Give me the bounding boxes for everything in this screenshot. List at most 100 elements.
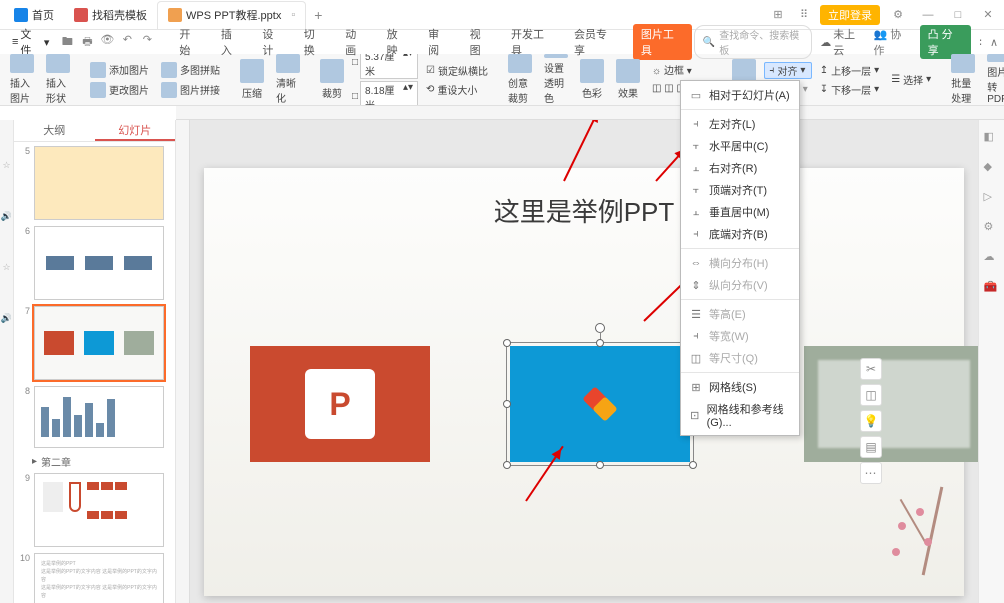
insert-shape-button[interactable]: 插入形状: [42, 54, 74, 105]
float-idea-icon[interactable]: 💡: [860, 410, 882, 432]
resize-handle[interactable]: [596, 339, 604, 347]
login-button[interactable]: 立即登录: [820, 5, 880, 25]
outline-tab[interactable]: 大纲: [14, 120, 95, 141]
resize-handle[interactable]: [503, 339, 511, 347]
rs-tool-icon[interactable]: 🧰: [984, 280, 1000, 296]
align-button[interactable]: ⫞ 对齐 ▾: [764, 62, 811, 79]
rs-anim-icon[interactable]: ▷: [984, 190, 1000, 206]
pic-to-pdf-button[interactable]: 图片转PDF: [983, 54, 1004, 105]
float-crop2-icon[interactable]: ◫: [860, 384, 882, 406]
dd-equal-height[interactable]: ☰等高(E): [681, 303, 799, 325]
crop-button[interactable]: 裁剪: [316, 54, 348, 105]
rs-prop-icon[interactable]: ⚙: [984, 220, 1000, 236]
ribbon: 插入图片 插入形状 添加图片 更改图片 多图拼贴 图片拼接 压缩 清晰化 裁剪 …: [0, 54, 1004, 106]
rotate-handle[interactable]: [595, 323, 605, 333]
tile-picture-button[interactable]: 图片拼接: [157, 81, 224, 99]
border-button[interactable]: ☼ 边框 ▾: [648, 61, 716, 78]
dd-align-left[interactable]: ⫞左对齐(L): [681, 113, 799, 135]
color-button[interactable]: 色彩: [576, 54, 608, 105]
thumb-number: 5: [18, 146, 30, 220]
batch-button[interactable]: 批量处理: [947, 54, 979, 105]
tab-label: WPS PPT教程.pptx: [186, 7, 281, 23]
insert-picture-button[interactable]: 插入图片: [6, 54, 38, 105]
thumb-9[interactable]: [34, 473, 164, 547]
slide[interactable]: 这里是举例PPT P: [204, 168, 964, 596]
bubble-icon: [508, 54, 532, 73]
qat-print-icon[interactable]: 🖶: [79, 33, 95, 52]
settings-icon[interactable]: ⚙: [886, 3, 910, 27]
thumb-8[interactable]: [34, 386, 164, 448]
qat-redo-icon[interactable]: ↷: [139, 33, 155, 52]
rs-cloud-icon[interactable]: ☁: [984, 250, 1000, 266]
dd-align-bottom[interactable]: ⫞底端对齐(B): [681, 223, 799, 245]
image-card-red[interactable]: P: [250, 346, 430, 462]
align-middle-icon: ⫠: [689, 205, 703, 219]
menu-expand[interactable]: ∧: [990, 36, 998, 49]
dd-grid-guides[interactable]: ⊡网格线和参考线(G)...: [681, 398, 799, 432]
coop-button[interactable]: 👥 协作: [873, 26, 911, 58]
ppt-icon: [168, 8, 182, 22]
image-card-grey[interactable]: [804, 346, 978, 462]
qat-save-icon[interactable]: 🖿: [59, 33, 75, 52]
dd-align-middle[interactable]: ⫠垂直居中(M): [681, 201, 799, 223]
close-button[interactable]: ✕: [976, 3, 1000, 27]
compress-button[interactable]: 压缩: [236, 54, 268, 105]
qat-undo-icon[interactable]: ↶: [119, 33, 135, 52]
tab-menu-icon[interactable]: ▫: [291, 9, 295, 21]
rs-shape-icon[interactable]: ◆: [984, 160, 1000, 176]
grid-icon[interactable]: ⊞: [768, 5, 788, 25]
resize-handle[interactable]: [596, 461, 604, 469]
dd-gridlines[interactable]: ⊞网格线(S): [681, 376, 799, 398]
bring-forward-button[interactable]: ↥ 上移一层 ▾: [816, 62, 883, 79]
apps-icon[interactable]: ⠿: [794, 5, 814, 25]
send-backward-button[interactable]: ↧ 下移一层 ▾: [816, 81, 883, 98]
float-layout-icon[interactable]: ▤: [860, 436, 882, 458]
height-input[interactable]: 8.18厘米▴▾: [360, 81, 418, 107]
cloud-status[interactable]: ☁ 未上云: [820, 26, 865, 58]
slide-title[interactable]: 这里是举例PPT: [494, 192, 675, 229]
shape-icon: [46, 54, 70, 73]
slide-canvas[interactable]: 这里是举例PPT P: [176, 120, 978, 603]
select-pane-button[interactable]: ☰ 选择 ▾: [887, 71, 935, 88]
dd-align-top[interactable]: ⫟顶端对齐(T): [681, 179, 799, 201]
dd-align-right[interactable]: ⫠右对齐(R): [681, 157, 799, 179]
qat-preview-icon[interactable]: 👁: [99, 33, 115, 52]
creative-crop-button[interactable]: 创意裁剪: [504, 54, 536, 105]
thumb-10[interactable]: 这是举例的PPT这是举例的PPT的文字内容 这是举例的PPT的文字内容这是举例的…: [34, 553, 164, 603]
dd-distribute-h[interactable]: ⇔横向分布(H): [681, 252, 799, 274]
slides-tab[interactable]: 幻灯片: [95, 120, 176, 141]
remove-bg-button[interactable]: 设置透明色: [540, 54, 572, 105]
resize-handle[interactable]: [503, 400, 511, 408]
section-header[interactable]: ▸ 第二章: [32, 454, 171, 469]
tab-start[interactable]: 开始: [175, 24, 204, 60]
float-crop-icon[interactable]: ✂: [860, 358, 882, 380]
thumb-5[interactable]: [34, 146, 164, 220]
thumb-6[interactable]: [34, 226, 164, 300]
lock-ratio-check[interactable]: ☑ 锁定纵横比: [422, 62, 492, 79]
rs-style-icon[interactable]: ◧: [984, 130, 1000, 146]
tab-review[interactable]: 审阅: [424, 24, 453, 60]
dd-equal-width[interactable]: ⫞等宽(W): [681, 325, 799, 347]
maximize-button[interactable]: □: [946, 3, 970, 27]
resize-handle[interactable]: [689, 461, 697, 469]
float-more-icon[interactable]: ⋯: [860, 462, 882, 484]
new-tab-button[interactable]: +: [306, 7, 330, 23]
effect-button[interactable]: 效果: [612, 54, 644, 105]
selection-outline: [506, 342, 694, 466]
menu-more[interactable]: ∶: [979, 36, 982, 49]
tab-view[interactable]: 视图: [466, 24, 495, 60]
resize-handle[interactable]: [503, 461, 511, 469]
clarify-button[interactable]: 清晰化: [272, 54, 304, 105]
dd-align-center-h[interactable]: ⫟水平居中(C): [681, 135, 799, 157]
dd-relative-slide[interactable]: ▭相对于幻灯片(A): [681, 84, 799, 106]
minimize-button[interactable]: —: [916, 3, 940, 27]
search-placeholder: 查找命令、搜索模板: [719, 27, 803, 57]
change-picture-button[interactable]: 更改图片: [86, 81, 153, 99]
thumb-7[interactable]: [34, 306, 164, 380]
reset-size-button[interactable]: ⟲ 重设大小: [422, 81, 492, 98]
dd-distribute-v[interactable]: ⇕纵向分布(V): [681, 274, 799, 296]
width-input[interactable]: 5.37厘米▴▾: [360, 54, 418, 79]
multi-picture-button[interactable]: 多图拼贴: [157, 61, 224, 79]
dd-equal-size[interactable]: ◫等尺寸(Q): [681, 347, 799, 369]
add-picture-button[interactable]: 添加图片: [86, 61, 153, 79]
